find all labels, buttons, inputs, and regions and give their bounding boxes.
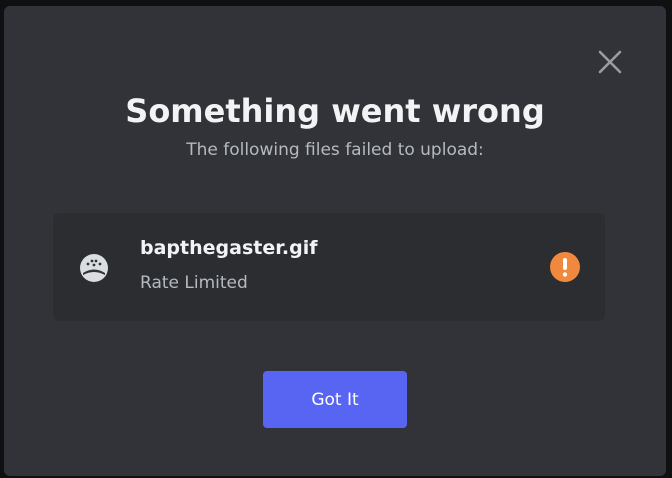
close-button[interactable]: [594, 46, 626, 78]
upload-error-dialog: Something went wrong The following files…: [4, 6, 666, 476]
failed-file-item: bapthegaster.gif Rate Limited: [53, 213, 605, 321]
dialog-title: Something went wrong: [125, 92, 545, 130]
got-it-button[interactable]: Got It: [263, 371, 407, 428]
file-status: Rate Limited: [140, 273, 248, 293]
warning-exclamation-icon: [550, 252, 580, 282]
broken-file-face-icon: [80, 254, 108, 282]
close-icon[interactable]: [594, 46, 626, 78]
file-name: bapthegaster.gif: [140, 237, 318, 259]
dialog-subtitle: The following files failed to upload:: [186, 140, 484, 160]
